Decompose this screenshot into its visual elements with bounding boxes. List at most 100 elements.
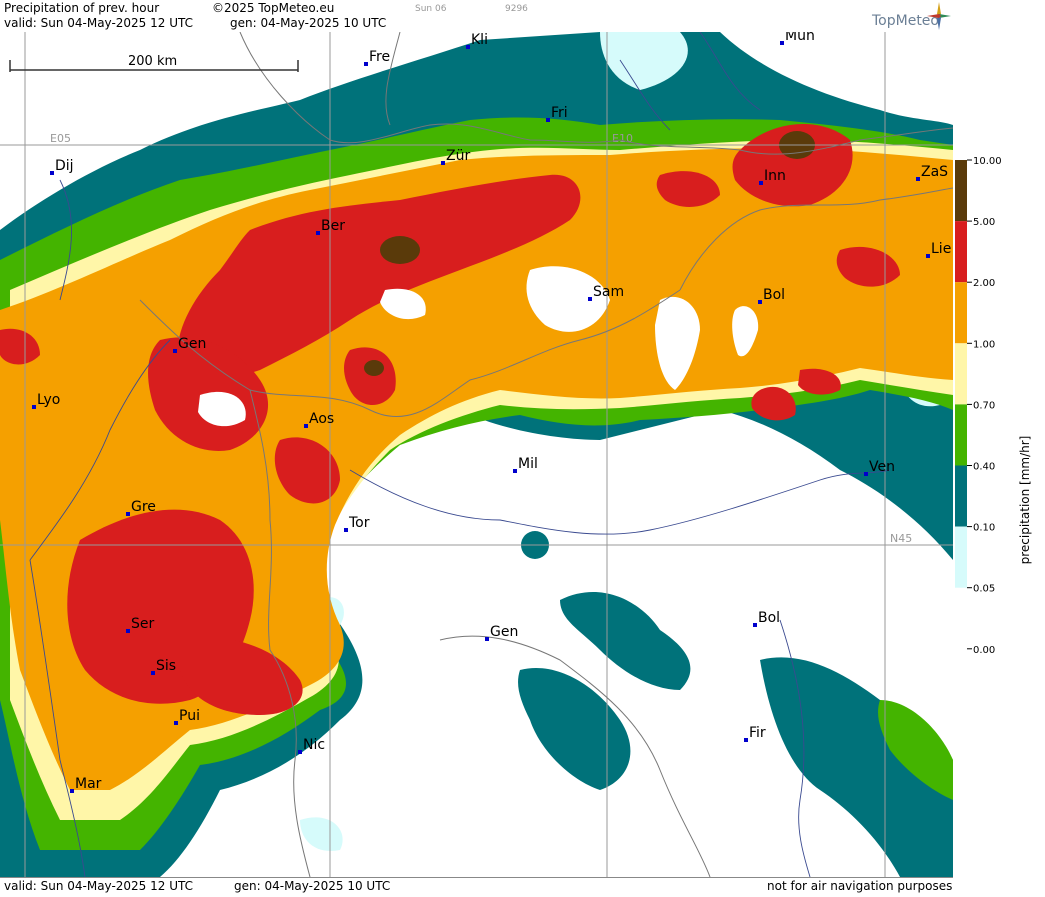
city-label: Pui bbox=[179, 708, 200, 724]
city-label: ZaS bbox=[921, 164, 948, 180]
city-dot bbox=[50, 171, 54, 175]
legend-tick-label: 0.00 bbox=[973, 645, 995, 656]
city-label: Ven bbox=[869, 459, 895, 475]
copyright: ©2025 TopMeteo.eu bbox=[212, 1, 335, 15]
legend-canvas: 10.00 5.00 2.00 1.00 0.70 0.40 0.10 0.05 0.00 pr… bbox=[955, 156, 1032, 656]
city-label: Lyo bbox=[37, 392, 60, 408]
legend-tick-label: 10.00 bbox=[973, 156, 1002, 167]
legend-swatch bbox=[955, 221, 967, 283]
legend-tick-label: 5.00 bbox=[973, 217, 995, 228]
city-label: Bol bbox=[758, 610, 780, 626]
city-dot bbox=[174, 721, 178, 725]
city-dot bbox=[173, 349, 177, 353]
footer-valid: valid: Sun 04-May-2025 12 UTC bbox=[4, 879, 193, 893]
city-marker: Ser bbox=[126, 616, 155, 633]
footer-note: not for air navigation purposes bbox=[767, 879, 953, 893]
city-label: Gen bbox=[178, 336, 206, 352]
map-canvas: E05 E10 N45 200 km Kli Mün Fre Fri Dij Zür Inn… bbox=[0, 32, 953, 877]
city-label: Gen bbox=[490, 624, 518, 640]
legend-swatch bbox=[955, 282, 967, 344]
city-label: Bol bbox=[763, 287, 785, 303]
grid-label-e05: E05 bbox=[50, 132, 71, 145]
city-marker: ZaS bbox=[916, 164, 948, 181]
city-label: Ser bbox=[131, 616, 155, 632]
city-dot bbox=[780, 41, 784, 45]
city-marker: Inn bbox=[759, 168, 786, 185]
city-dot bbox=[70, 789, 74, 793]
city-dot bbox=[316, 231, 320, 235]
city-dot bbox=[744, 738, 748, 742]
city-marker: Bol bbox=[753, 610, 780, 627]
city-dot bbox=[759, 181, 763, 185]
legend-title: precipitation [mm/hr] bbox=[1018, 436, 1032, 565]
city-dot bbox=[126, 512, 130, 516]
city-dot bbox=[513, 469, 517, 473]
city-dot bbox=[926, 254, 930, 258]
city-dot bbox=[864, 472, 868, 476]
city-label: Kli bbox=[471, 32, 488, 48]
legend-swatch bbox=[955, 404, 967, 466]
city-label: Lie bbox=[931, 241, 951, 257]
city-marker: Gre bbox=[126, 499, 156, 516]
legend-tick-label: 0.40 bbox=[973, 462, 995, 473]
city-label: Ber bbox=[321, 218, 345, 234]
grid-label-n45: N45 bbox=[890, 532, 912, 545]
precipitation-map[interactable]: E05 E10 N45 200 km Kli Mün Fre Fri Dij Zür Inn… bbox=[0, 32, 954, 877]
legend-tick-label: 0.70 bbox=[973, 400, 995, 411]
valid-time: valid: Sun 04-May-2025 12 UTC bbox=[4, 16, 193, 30]
legend-swatch bbox=[955, 160, 967, 222]
city-marker: Sam bbox=[588, 284, 624, 301]
city-label: Gre bbox=[131, 499, 156, 515]
city-marker: Gen bbox=[173, 336, 206, 353]
compass-star-icon bbox=[927, 2, 951, 30]
city-marker: Zür bbox=[441, 148, 470, 165]
city-label: Mil bbox=[518, 456, 538, 472]
city-dot bbox=[485, 637, 489, 641]
city-marker: Nic bbox=[298, 737, 325, 754]
map-footer: valid: Sun 04-May-2025 12 UTC gen: 04-Ma… bbox=[0, 877, 953, 894]
city-marker: Mar bbox=[70, 776, 102, 793]
city-marker: Ven bbox=[864, 459, 895, 476]
city-dot bbox=[758, 300, 762, 304]
precipitation-legend: 10.00 5.00 2.00 1.00 0.70 0.40 0.10 0.05 0.00 pr… bbox=[953, 0, 1045, 893]
city-marker: Gen bbox=[485, 624, 518, 641]
legend-swatch bbox=[955, 465, 967, 527]
legend-swatch bbox=[955, 526, 967, 588]
city-marker: Bol bbox=[758, 287, 785, 304]
city-dot bbox=[151, 671, 155, 675]
city-marker: Aos bbox=[304, 411, 334, 428]
city-label: Fir bbox=[749, 725, 766, 741]
city-marker: Ber bbox=[316, 218, 345, 235]
city-dot bbox=[588, 297, 592, 301]
legend-swatch bbox=[955, 343, 967, 405]
city-label: Sis bbox=[156, 658, 176, 674]
city-dot bbox=[304, 424, 308, 428]
legend-tick-label: 2.00 bbox=[973, 278, 995, 289]
city-dot bbox=[916, 177, 920, 181]
city-label: Nic bbox=[303, 737, 325, 753]
grid-label-e10: E10 bbox=[612, 132, 633, 145]
city-label: Mün bbox=[785, 32, 815, 44]
city-marker: Lyo bbox=[32, 392, 60, 409]
city-label: Mar bbox=[75, 776, 102, 792]
city-dot bbox=[344, 528, 348, 532]
scale-bar-label: 200 km bbox=[128, 54, 177, 69]
city-dot bbox=[298, 750, 302, 754]
header-small-code: 9296 bbox=[505, 4, 528, 14]
legend-tick-label: 1.00 bbox=[973, 339, 995, 350]
city-marker: Mün bbox=[780, 32, 815, 45]
city-dot bbox=[364, 62, 368, 66]
city-label: Fri bbox=[551, 105, 568, 121]
gen-time: gen: 04-May-2025 10 UTC bbox=[230, 16, 387, 30]
city-label: Inn bbox=[764, 168, 786, 184]
city-dot bbox=[441, 161, 445, 165]
city-label: Tor bbox=[348, 515, 370, 531]
city-dot bbox=[753, 623, 757, 627]
map-title: Precipitation of prev. hour bbox=[4, 1, 160, 15]
header-small-day: Sun 06 bbox=[415, 4, 447, 14]
city-dot bbox=[546, 118, 550, 122]
city-label: Dij bbox=[55, 158, 74, 174]
city-label: Aos bbox=[309, 411, 334, 427]
city-dot bbox=[466, 45, 470, 49]
city-label: Sam bbox=[593, 284, 624, 300]
